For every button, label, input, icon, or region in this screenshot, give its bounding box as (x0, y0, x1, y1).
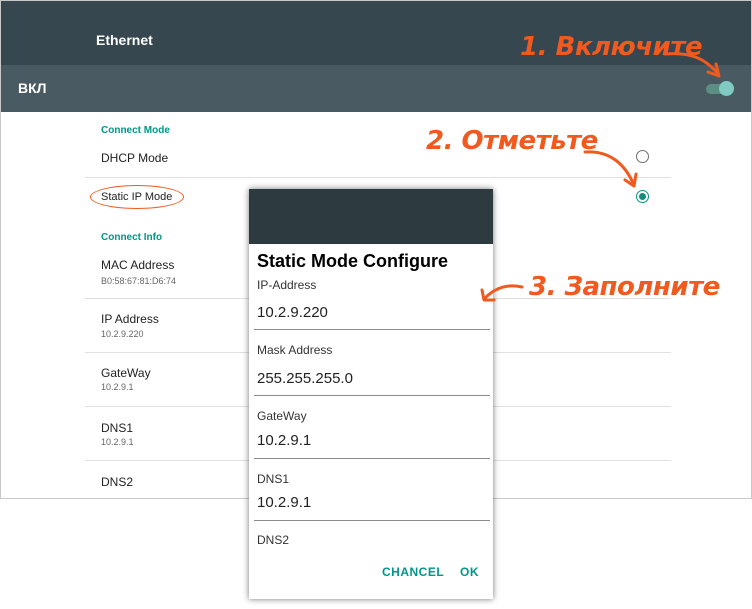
arrow-step-3 (483, 284, 524, 300)
arrow-step-2 (583, 150, 635, 185)
annotation-arrows (480, 52, 721, 302)
arrow-step-1 (663, 52, 720, 76)
